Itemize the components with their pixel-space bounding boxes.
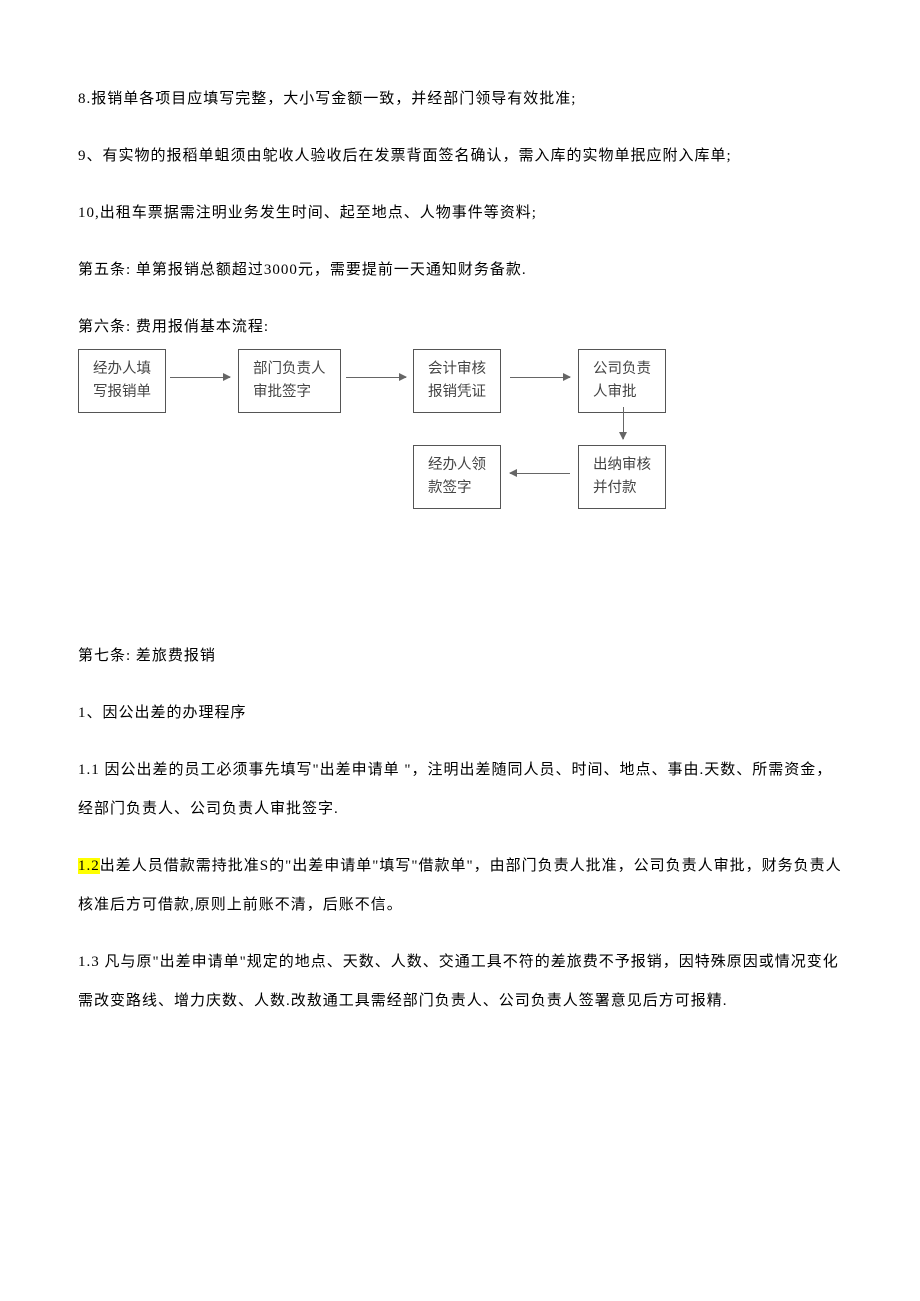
flow-box-2-line2: 审批签字	[253, 384, 311, 400]
flow-box-4: 公司负责 人审批	[578, 349, 666, 413]
doc-paragraph-1-2: 1.2出差人员借款需持批准S的"出差申请单"填写"借款单"，由部门负责人批准，公…	[78, 847, 842, 925]
doc-article-6-title: 第六条: 费用报俏基本流程:	[78, 308, 842, 347]
flow-box-6: 经办人领 款签字	[413, 445, 501, 509]
doc-paragraph-10: 10,出租车票据需注明业务发生时间、起至地点、人物事件等资料;	[78, 194, 842, 233]
flow-box-3: 会计审核 报销凭证	[413, 349, 501, 413]
doc-article-7-title: 第七条: 差旅费报销	[78, 637, 842, 676]
flow-box-5-line1: 出纳审核	[593, 457, 651, 473]
flow-box-3-line1: 会计审核	[428, 361, 486, 377]
highlight-1-2: 1.2	[78, 858, 100, 874]
flow-box-4-line1: 公司负责	[593, 361, 651, 377]
flow-box-1: 经办人填 写报销单	[78, 349, 166, 413]
flowchart-container: 经办人填 写报销单 部门负责人 审批签字 会计审核 报销凭证 公司负责 人审批 …	[78, 349, 778, 509]
doc-article-5: 第五条: 单第报销总额超过3000元，需要提前一天通知财务备款.	[78, 251, 842, 290]
flow-box-5: 出纳审核 并付款	[578, 445, 666, 509]
flow-box-6-line2: 款签字	[428, 480, 472, 496]
doc-paragraph-1-1: 1.1 因公出差的员工必须事先填写"出差申请单 "，注明出差随同人员、时间、地点…	[78, 751, 842, 829]
flow-box-1-line2: 写报销单	[93, 384, 151, 400]
arrow-2-3	[346, 377, 406, 378]
flow-box-6-line1: 经办人领	[428, 457, 486, 473]
flow-box-5-line2: 并付款	[593, 480, 637, 496]
arrow-3-4	[510, 377, 570, 378]
arrow-4-5	[623, 407, 624, 439]
doc-paragraph-1-2-body: 出差人员借款需持批准S的"出差申请单"填写"借款单"，由部门负责人批准，公司负责…	[78, 858, 842, 913]
doc-paragraph-1-3: 1.3 凡与原"出差申请单"规定的地点、天数、人数、交通工具不符的差旅费不予报销…	[78, 943, 842, 1021]
arrow-5-6	[510, 473, 570, 474]
arrow-1-2	[170, 377, 230, 378]
doc-paragraph-9: 9、有实物的报稻单蛆须由鸵收人验收后在发票背面签名确认，需入库的实物单抿应附入库…	[78, 137, 842, 176]
flow-box-1-line1: 经办人填	[93, 361, 151, 377]
flow-box-2-line1: 部门负责人	[253, 361, 326, 377]
doc-section-1-title: 1、因公出差的办理程序	[78, 694, 842, 733]
flow-box-4-line2: 人审批	[593, 384, 637, 400]
flow-box-3-line2: 报销凭证	[428, 384, 486, 400]
doc-paragraph-8: 8.报销单各项目应填写完整，大小写金额一致，并经部门领导有效批准;	[78, 80, 842, 119]
flow-box-2: 部门负责人 审批签字	[238, 349, 341, 413]
